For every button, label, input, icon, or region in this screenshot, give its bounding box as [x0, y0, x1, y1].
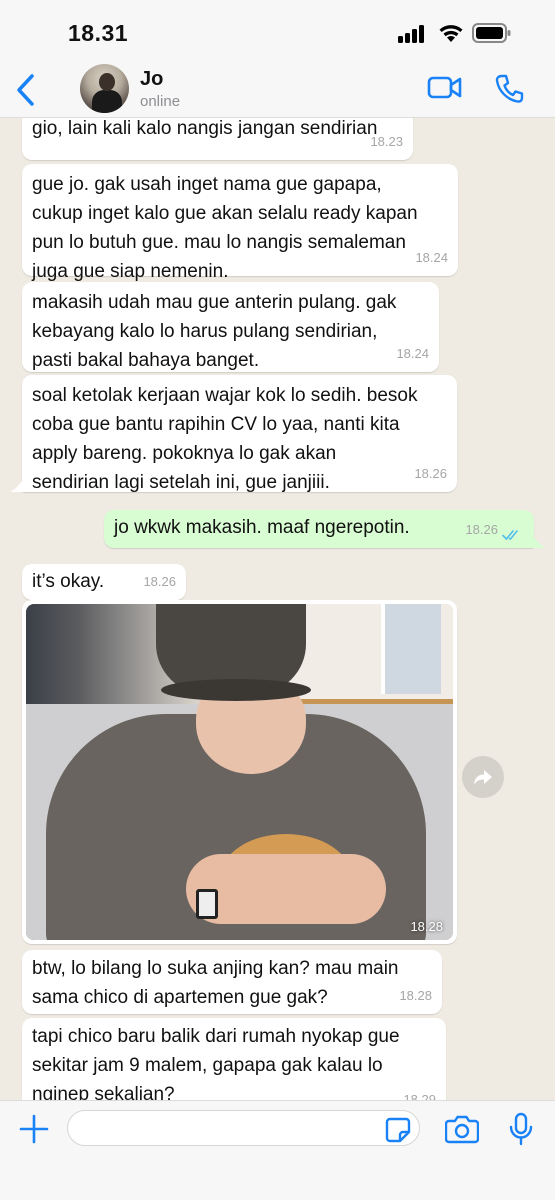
wifi-icon [439, 25, 463, 42]
message-bubble[interactable]: tapi chico baru balik dari rumah nyokap … [22, 1018, 446, 1100]
message-text: tapi chico baru balik dari rumah nyokap … [32, 1026, 400, 1100]
cellular-signal-icon [398, 25, 428, 43]
camera-icon[interactable] [445, 1114, 479, 1144]
message-text: soal ketolak kerjaan wajar kok lo sedih.… [32, 385, 418, 493]
avatar[interactable] [80, 64, 129, 113]
message-bubble[interactable]: gio, lain kali kalo nangis jangan sendir… [22, 118, 413, 160]
message-time: 18.26 [414, 466, 447, 481]
chat-area[interactable]: gio, lain kali kalo nangis jangan sendir… [0, 118, 555, 1100]
photo-message[interactable]: 18.28 [22, 600, 457, 944]
contact-status: online [140, 93, 181, 110]
message-time: 18.26 [143, 574, 176, 589]
sticker-icon[interactable] [385, 1117, 411, 1143]
message-time: 18.24 [415, 250, 448, 265]
battery-icon [472, 23, 511, 43]
plus-icon[interactable] [18, 1113, 50, 1145]
message-text: btw, lo bilang lo suka anjing kan? mau m… [32, 958, 399, 1008]
double-check-icon [502, 530, 518, 541]
forward-arrow-icon [474, 770, 492, 785]
message-time: 18.28 [399, 988, 432, 1003]
shared-photo[interactable]: 18.28 [26, 604, 453, 940]
message-text: jo wkwk makasih. maaf ngerepotin. [114, 517, 410, 538]
contact-name[interactable]: Jo [140, 68, 163, 91]
microphone-icon[interactable] [509, 1112, 533, 1146]
message-time: 18.29 [403, 1092, 436, 1100]
bubble-tail-outgoing [532, 534, 546, 548]
forward-button[interactable] [462, 756, 504, 798]
message-bubble[interactable]: makasih udah mau gue anterin pulang. gak… [22, 282, 439, 372]
message-input-bar [0, 1100, 555, 1200]
message-text: gue jo. gak usah inget nama gue gapapa, … [32, 174, 418, 282]
message-time: 18.24 [396, 346, 429, 361]
message-text: makasih udah mau gue anterin pulang. gak… [32, 292, 397, 371]
back-chevron-icon[interactable] [12, 72, 42, 108]
message-bubble[interactable]: soal ketolak kerjaan wajar kok lo sedih.… [22, 375, 457, 493]
message-bubble-outgoing[interactable]: jo wkwk makasih. maaf ngerepotin. 18.26 [104, 510, 534, 548]
message-text: gio, lain kali kalo nangis jangan sendir… [32, 118, 378, 139]
status-bar: 18.31 [0, 0, 555, 62]
status-time: 18.31 [68, 20, 129, 46]
message-bubble[interactable]: it’s okay. 18.26 [22, 564, 186, 600]
message-bubble[interactable]: btw, lo bilang lo suka anjing kan? mau m… [22, 950, 442, 1014]
message-time: 18.28 [410, 919, 443, 934]
video-camera-icon[interactable] [427, 74, 463, 102]
message-bubble[interactable]: gue jo. gak usah inget nama gue gapapa, … [22, 164, 458, 282]
message-input[interactable] [67, 1110, 420, 1146]
message-time: 18.23 [370, 134, 403, 149]
message-time: 18.26 [465, 522, 498, 537]
chat-header: Jo online [0, 62, 555, 118]
phone-icon[interactable] [494, 73, 524, 105]
bubble-tail [10, 478, 24, 492]
